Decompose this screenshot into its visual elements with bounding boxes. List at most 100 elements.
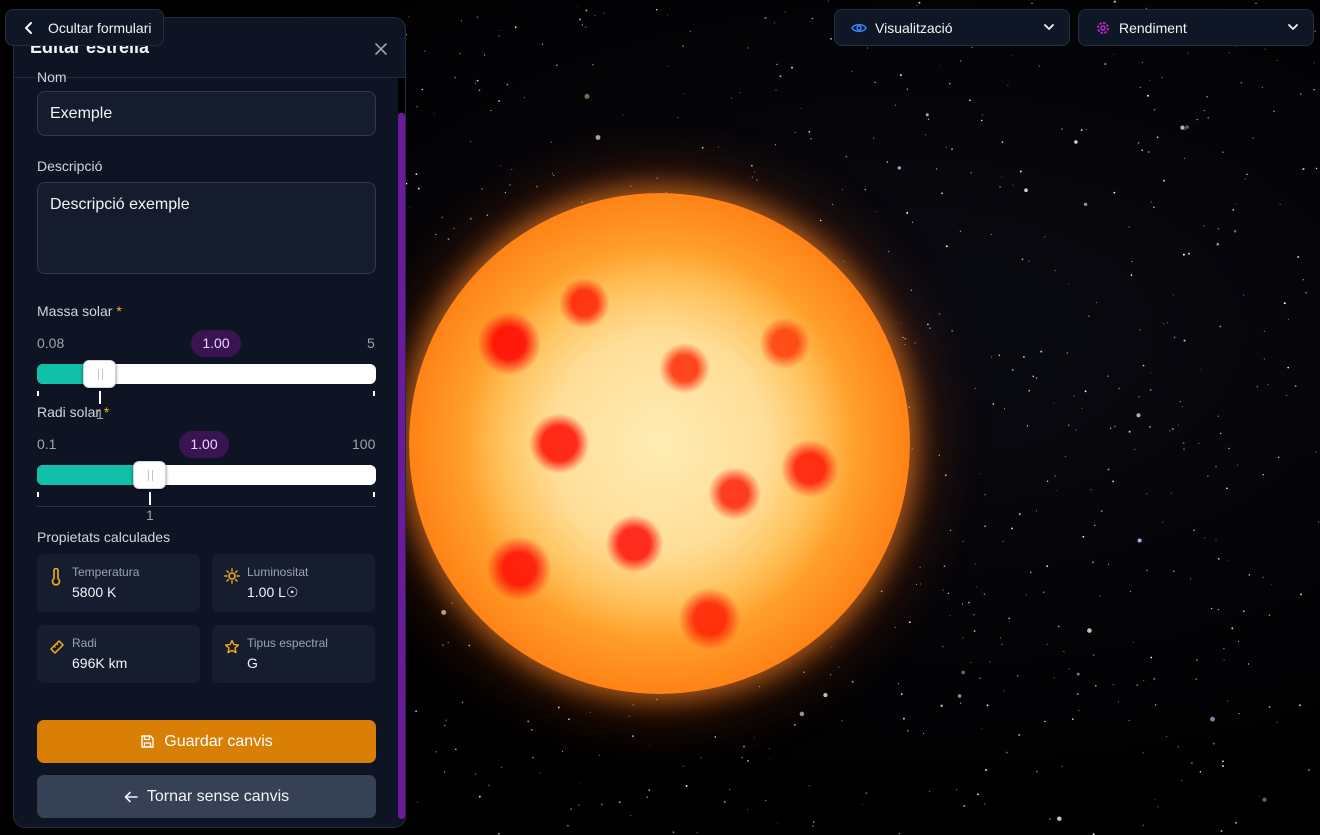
background-star	[584, 26, 587, 28]
radius-card: Radi 696K km	[37, 625, 200, 683]
background-star	[1000, 176, 1002, 178]
background-star	[864, 188, 866, 191]
background-star	[1030, 571, 1032, 574]
background-star	[800, 108, 802, 109]
back-button[interactable]: Tornar sense canvis	[37, 775, 376, 818]
background-star	[1088, 315, 1090, 317]
background-star	[927, 118, 930, 121]
background-star	[1153, 677, 1156, 680]
spectral-type-value: G	[247, 655, 258, 671]
background-star	[981, 727, 983, 729]
background-star	[810, 137, 812, 140]
background-star	[1035, 510, 1038, 512]
background-star	[435, 233, 437, 236]
background-star	[904, 343, 906, 345]
background-star	[979, 473, 981, 475]
background-star	[960, 60, 962, 62]
save-icon	[141, 735, 154, 748]
background-star	[777, 822, 779, 824]
background-star	[628, 715, 630, 717]
background-star	[1149, 79, 1151, 81]
scrollbar-thumb[interactable]	[398, 113, 405, 819]
background-star	[919, 566, 921, 568]
background-star	[656, 698, 658, 701]
luminosity-value: 1.00 L☉	[247, 584, 299, 600]
background-star	[979, 677, 981, 680]
background-star	[1217, 558, 1220, 560]
background-star	[875, 211, 877, 213]
background-star	[579, 18, 581, 21]
background-star	[768, 747, 770, 749]
mass-slider[interactable]	[37, 360, 376, 388]
background-star	[1113, 0, 1117, 4]
background-star	[1180, 780, 1182, 781]
background-star	[408, 16, 410, 18]
background-star	[951, 148, 953, 151]
background-star	[962, 541, 964, 542]
background-star	[908, 621, 911, 624]
background-star	[682, 45, 684, 47]
radius-tick-min	[37, 492, 39, 497]
background-star	[1189, 578, 1191, 580]
background-star	[922, 732, 925, 734]
background-star	[1040, 350, 1043, 353]
background-star	[1232, 209, 1235, 211]
performance-dropdown[interactable]: Rendiment	[1078, 9, 1314, 46]
background-star	[1011, 369, 1014, 371]
background-star	[942, 589, 945, 591]
background-star	[603, 12, 605, 14]
background-star	[632, 704, 634, 706]
background-star	[973, 614, 975, 616]
radius-slider-thumb[interactable]	[133, 461, 166, 489]
name-input[interactable]	[37, 91, 376, 136]
background-star	[484, 54, 486, 56]
visualization-dropdown[interactable]: Visualització	[834, 9, 1070, 46]
background-star	[938, 313, 941, 315]
background-star	[1142, 752, 1144, 754]
background-star	[984, 803, 986, 805]
background-star	[1129, 590, 1132, 593]
background-star	[1261, 87, 1263, 88]
mass-min-label: 0.08	[37, 335, 65, 351]
background-star	[421, 88, 423, 91]
radius-slider[interactable]	[37, 461, 376, 489]
background-star	[514, 26, 517, 29]
background-star	[990, 233, 992, 235]
star-visualization[interactable]	[409, 193, 910, 694]
background-star	[1240, 82, 1243, 84]
background-star	[700, 757, 702, 759]
background-star	[1038, 65, 1040, 67]
background-star	[1177, 424, 1179, 426]
background-star	[1084, 390, 1087, 393]
background-star	[1075, 428, 1077, 431]
description-textarea[interactable]: Descripció exemple	[37, 182, 376, 274]
background-star	[714, 736, 717, 738]
background-star	[851, 680, 854, 683]
background-star	[1314, 30, 1316, 32]
background-star	[1179, 401, 1182, 403]
background-star	[862, 803, 864, 805]
background-star	[945, 146, 948, 148]
background-star	[775, 89, 777, 91]
hide-form-button[interactable]: Ocultar formulari	[5, 9, 164, 46]
background-star	[1000, 637, 1002, 639]
background-star	[1161, 76, 1163, 79]
mass-slider-thumb[interactable]	[83, 360, 116, 388]
save-button[interactable]: Guardar canvis	[37, 720, 376, 763]
background-star	[925, 113, 929, 117]
background-star	[1150, 372, 1152, 374]
background-star	[990, 356, 992, 358]
close-icon[interactable]	[372, 40, 390, 58]
background-star	[1064, 455, 1067, 458]
background-star	[1216, 242, 1220, 246]
background-star	[1155, 704, 1157, 706]
background-star	[1195, 678, 1197, 680]
background-star	[776, 63, 778, 66]
background-star	[959, 702, 962, 704]
background-star	[1010, 55, 1012, 57]
background-star	[1235, 203, 1237, 205]
background-star	[504, 192, 506, 194]
background-star	[567, 824, 569, 827]
background-star	[1184, 128, 1186, 130]
background-star	[1271, 583, 1272, 585]
